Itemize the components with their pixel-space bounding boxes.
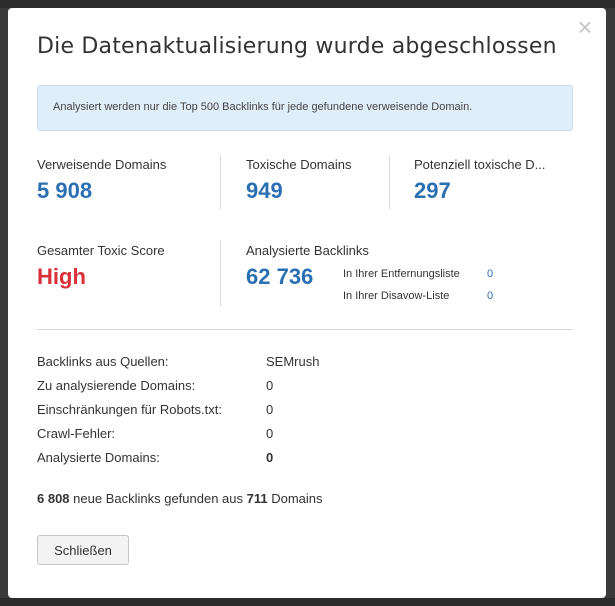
detail-label: Analysierte Domains: [37, 450, 160, 465]
metric-label: Potenziell toxische D... [414, 157, 546, 172]
metric-label: Gesamter Toxic Score [37, 243, 165, 258]
detail-value: 0 [266, 426, 274, 441]
metric-value[interactable]: 297 [414, 178, 574, 204]
column-divider [220, 240, 221, 306]
section-divider [37, 329, 573, 330]
metric-label: Analysierte Backlinks [246, 243, 369, 258]
details-list: Backlinks aus Quellen: SEMrush Zu analys… [37, 354, 319, 474]
new-backlinks-count: 6 808 [37, 491, 70, 506]
metric-referring-domains: Verweisende Domains 5 908 [37, 157, 207, 204]
metric-value[interactable]: 949 [246, 178, 376, 204]
detail-row: Einschränkungen für Robots.txt: 0 [37, 402, 319, 426]
column-divider [389, 155, 390, 209]
close-button[interactable]: Schließen [37, 535, 129, 565]
detail-row: Analysierte Domains: 0 [37, 450, 319, 474]
close-icon[interactable]: × [574, 14, 596, 40]
sub-stat-row: In Ihrer Entfernungsliste 0 [343, 268, 493, 290]
summary-middle: neue Backlinks gefunden aus [69, 491, 247, 506]
detail-value: 0 [266, 402, 274, 417]
metric-toxic-score: Gesamter Toxic Score High [37, 243, 207, 290]
metric-label: Toxische Domains [246, 157, 352, 172]
update-complete-dialog: × Die Datenaktualisierung wurde abgeschl… [8, 8, 606, 598]
sub-stat-value[interactable]: 0 [487, 290, 493, 312]
metric-potentially-toxic: Potenziell toxische D... 297 [414, 157, 574, 204]
detail-value: 0 [266, 378, 274, 393]
sub-stat-value[interactable]: 0 [487, 268, 493, 290]
toxic-score-value: High [37, 264, 86, 289]
detail-label: Einschränkungen für Robots.txt: [37, 402, 222, 417]
sub-stat-row: In Ihrer Disavow-Liste 0 [343, 290, 493, 312]
detail-value: SEMrush [266, 354, 320, 369]
metric-value[interactable]: 5 908 [37, 178, 207, 204]
detail-label: Crawl-Fehler: [37, 426, 116, 441]
sub-stat-label: In Ihrer Disavow-Liste [343, 290, 450, 302]
backdrop-top [0, 0, 615, 8]
info-text: Analysiert werden nur die Top 500 Backli… [53, 101, 473, 113]
detail-label: Zu analysierende Domains: [37, 378, 196, 393]
backdrop-bottom [0, 598, 615, 606]
backlink-sub-stats: In Ihrer Entfernungsliste 0 In Ihrer Dis… [343, 268, 493, 312]
summary-text: 6 808 neue Backlinks gefunden aus 711 Do… [37, 491, 323, 506]
detail-row: Zu analysierende Domains: 0 [37, 378, 319, 402]
column-divider [220, 155, 221, 209]
summary-end: Domains [267, 491, 323, 506]
detail-value: 0 [266, 450, 274, 465]
detail-row: Backlinks aus Quellen: SEMrush [37, 354, 319, 378]
info-notice: Analysiert werden nur die Top 500 Backli… [37, 85, 573, 131]
detail-label: Backlinks aus Quellen: [37, 354, 169, 369]
domains-count: 711 [246, 491, 268, 506]
metric-label: Verweisende Domains [37, 157, 167, 172]
dialog-title: Die Datenaktualisierung wurde abgeschlos… [37, 34, 557, 59]
detail-row: Crawl-Fehler: 0 [37, 426, 319, 450]
sub-stat-label: In Ihrer Entfernungsliste [343, 268, 460, 280]
metric-toxic-domains: Toxische Domains 949 [246, 157, 376, 204]
